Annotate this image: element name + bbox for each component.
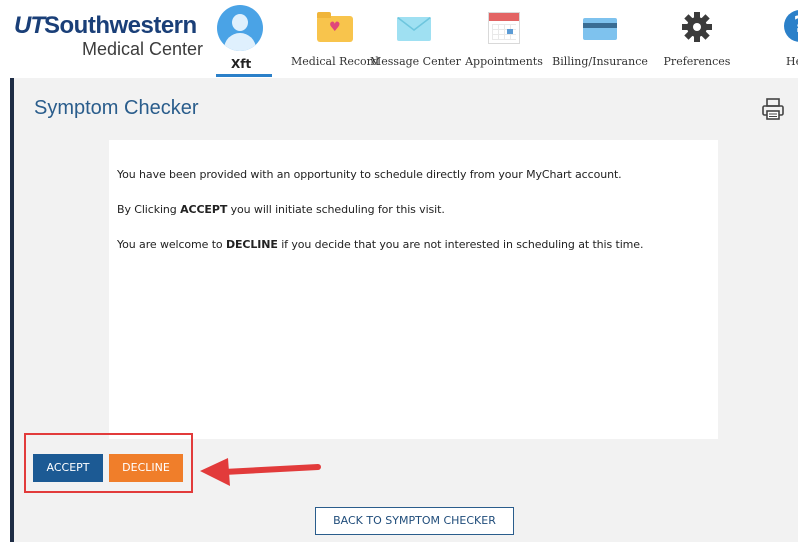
top-header: UTSouthwestern Medical Center Xft ♥ Medi… xyxy=(0,0,798,78)
user-name: Xft xyxy=(231,57,252,71)
nav-preferences[interactable]: Preferences xyxy=(657,6,737,68)
active-indicator xyxy=(216,74,272,77)
message-line-3: You are welcome to DECLINE if you decide… xyxy=(117,238,644,251)
nav-help[interactable]: ? Help xyxy=(776,6,798,68)
logo-southwestern: Southwestern xyxy=(44,12,197,39)
help-icon: ? xyxy=(784,10,798,42)
nav-appointments[interactable]: Appointments xyxy=(458,6,550,68)
nav-label: Appointments xyxy=(465,55,543,68)
back-to-symptom-checker-button[interactable]: BACK TO SYMPTOM CHECKER xyxy=(315,507,514,535)
nav-billing-insurance[interactable]: Billing/Insurance xyxy=(552,6,648,68)
nav-label: Message Center xyxy=(370,55,461,68)
accept-button[interactable]: ACCEPT xyxy=(33,454,103,482)
user-profile-menu[interactable]: Xft xyxy=(216,4,272,77)
credit-card-icon xyxy=(583,18,617,40)
envelope-icon xyxy=(397,17,431,41)
page-title: Symptom Checker xyxy=(34,97,199,119)
message-line-1: You have been provided with an opportuni… xyxy=(117,168,622,181)
annotation-arrow-icon xyxy=(200,458,321,486)
decline-button[interactable]: DECLINE xyxy=(109,454,183,482)
nav-label: Help xyxy=(786,55,798,68)
ut-southwestern-logo[interactable]: UTSouthwestern Medical Center xyxy=(14,12,204,60)
nav-message-center[interactable]: Message Center xyxy=(370,6,461,68)
nav-label: Preferences xyxy=(663,55,731,68)
calendar-icon xyxy=(488,12,520,44)
logo-medical-center: Medical Center xyxy=(82,39,204,59)
printer-icon[interactable] xyxy=(760,96,786,122)
logo-ut: UT xyxy=(14,12,45,39)
gear-icon xyxy=(682,12,712,42)
nav-label: Billing/Insurance xyxy=(552,55,648,68)
message-line-2: By Clicking ACCEPT you will initiate sch… xyxy=(117,203,445,216)
avatar-icon xyxy=(217,5,263,51)
scheduling-message-card: You have been provided with an opportuni… xyxy=(109,140,718,439)
medical-record-folder-icon: ♥ xyxy=(317,12,353,42)
left-accent-bar xyxy=(10,78,14,542)
